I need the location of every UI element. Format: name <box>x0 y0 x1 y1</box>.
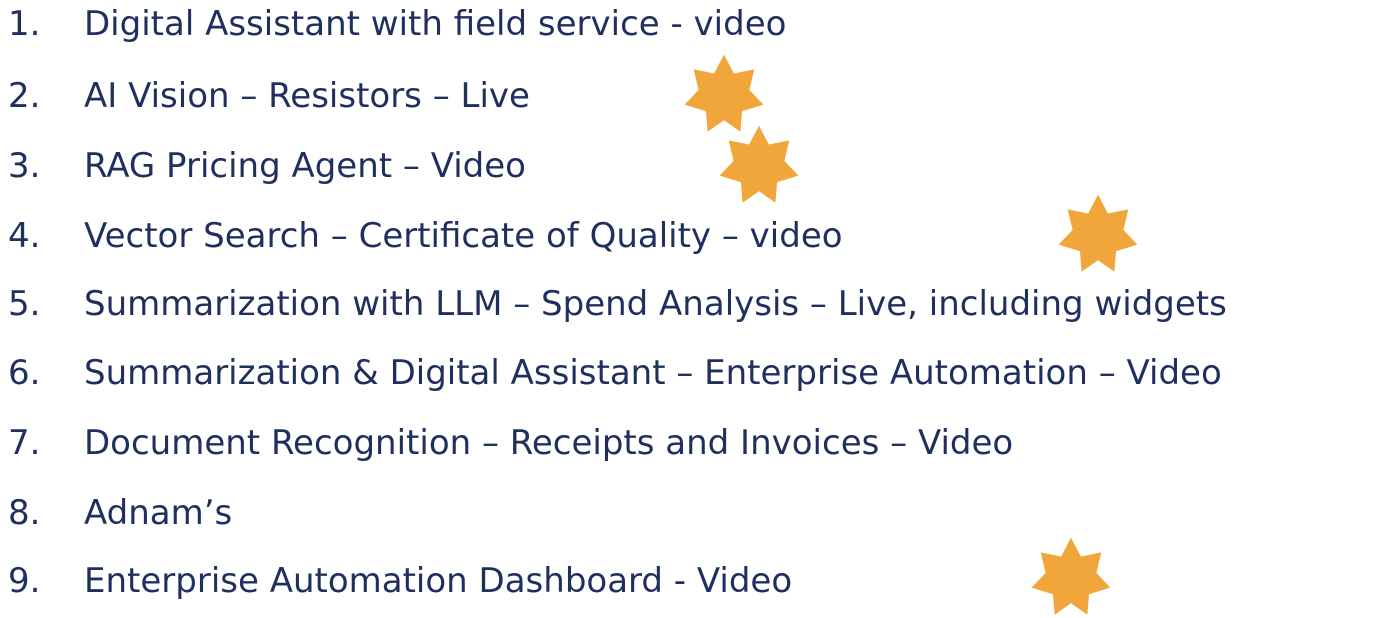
star-icon-item-2 <box>683 53 765 135</box>
list-item-text: Adnam’s <box>84 493 233 533</box>
list-item-number: 4. <box>8 216 41 256</box>
list-item-number: 3. <box>8 146 41 186</box>
list-item-text: Summarization & Digital Assistant – Ente… <box>84 353 1222 393</box>
list-item-number: 7. <box>8 423 41 463</box>
star-icon-item-4 <box>1057 193 1139 275</box>
list-item-text: Enterprise Automation Dashboard - Video <box>84 561 793 601</box>
star-shape <box>684 54 764 132</box>
list-item-text: Digital Assistant with field service - v… <box>84 4 787 44</box>
star-shape <box>1031 537 1111 615</box>
list-item-number: 9. <box>8 561 41 601</box>
list-item-text: RAG Pricing Agent – Video <box>84 146 526 186</box>
list-item-number: 8. <box>8 493 41 533</box>
star-icon-item-9 <box>1030 536 1112 618</box>
list-item-text: Document Recognition – Receipts and Invo… <box>84 423 1014 463</box>
star-shape <box>719 125 799 203</box>
list-item-number: 5. <box>8 284 41 324</box>
star-icon-item-3 <box>718 124 800 206</box>
list-item-text: AI Vision – Resistors – Live <box>84 76 530 116</box>
list-item-text: Vector Search – Certificate of Quality –… <box>84 216 843 256</box>
list-item-number: 2. <box>8 76 41 116</box>
list-item-number: 6. <box>8 353 41 393</box>
list-item-text: Summarization with LLM – Spend Analysis … <box>84 284 1227 324</box>
star-shape <box>1058 194 1138 272</box>
list-item-number: 1. <box>8 4 41 44</box>
